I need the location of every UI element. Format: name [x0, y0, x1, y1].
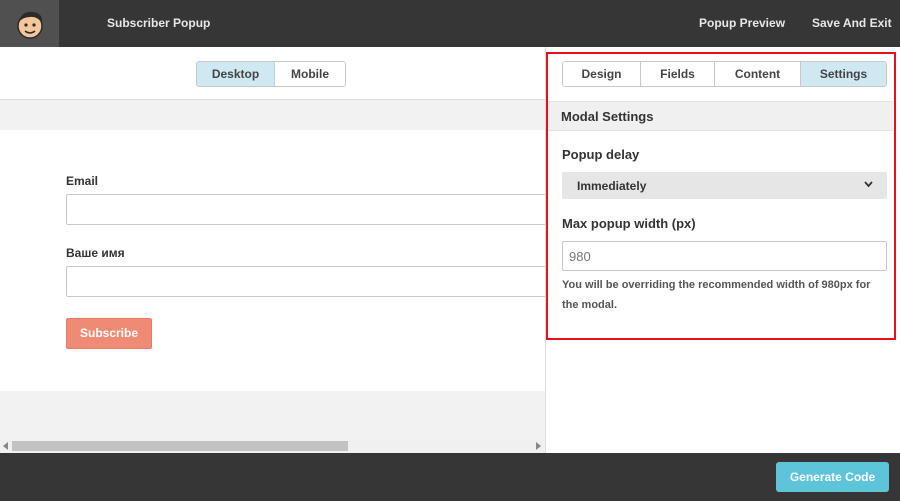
email-field[interactable]	[66, 194, 556, 225]
max-width-input[interactable]	[562, 241, 887, 271]
chevron-down-icon	[864, 180, 873, 191]
width-help-text: You will be overriding the recommended w…	[562, 279, 871, 311]
scroll-right-icon[interactable]	[536, 442, 541, 450]
max-width-label: Max popup width (px)	[562, 216, 696, 231]
tab-design[interactable]: Design	[563, 62, 641, 86]
name-field[interactable]	[66, 266, 556, 297]
panel-tabs: Design Fields Content Settings	[562, 61, 887, 87]
preview-backdrop-top	[0, 100, 545, 130]
popup-delay-value: Immediately	[577, 179, 647, 193]
scrollbar-thumb[interactable]	[12, 441, 348, 451]
popup-preview-link[interactable]: Popup Preview	[699, 16, 785, 30]
view-toggle: Desktop Mobile	[196, 61, 346, 87]
tab-fields[interactable]: Fields	[641, 62, 715, 86]
tab-content[interactable]: Content	[715, 62, 801, 86]
name-label: Ваше имя	[66, 246, 125, 260]
desktop-view-button[interactable]: Desktop	[197, 62, 275, 86]
horizontal-scrollbar[interactable]	[0, 439, 545, 453]
popup-delay-label: Popup delay	[562, 147, 640, 162]
email-label: Email	[66, 174, 99, 188]
scroll-left-icon[interactable]	[3, 442, 8, 450]
top-bar: Subscriber Popup Popup Preview Save And …	[0, 0, 900, 47]
mailchimp-logo-icon[interactable]	[0, 0, 59, 47]
subscribe-button[interactable]: Subscribe	[66, 318, 152, 349]
modal-settings-header: Modal Settings	[547, 101, 893, 131]
app-title: Subscriber Popup	[107, 16, 211, 30]
generate-code-button[interactable]: Generate Code	[776, 462, 889, 492]
save-and-exit-link[interactable]: Save And Exit	[812, 16, 892, 30]
bottom-bar	[0, 453, 900, 501]
preview-area: Desktop Mobile Email Ваше имя Subscribe	[0, 47, 556, 453]
mobile-view-button[interactable]: Mobile	[275, 62, 345, 86]
section-title: Modal Settings	[561, 109, 654, 124]
tab-settings[interactable]: Settings	[801, 62, 886, 86]
popup-delay-select[interactable]: Immediately	[562, 172, 887, 199]
